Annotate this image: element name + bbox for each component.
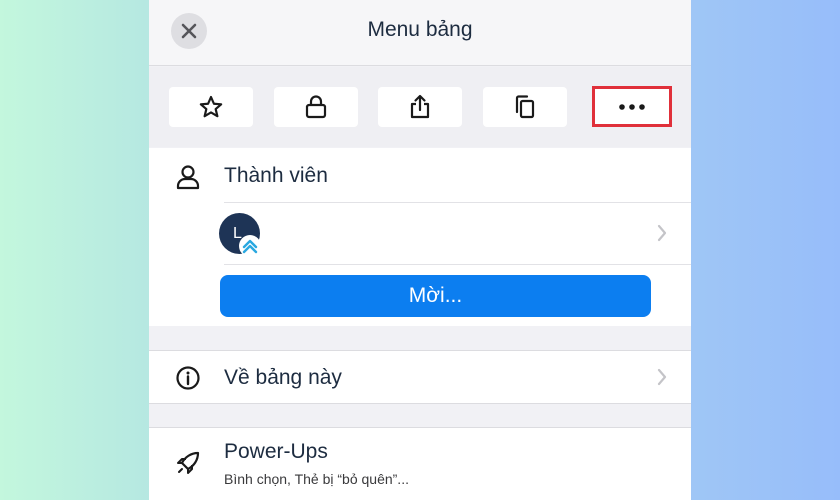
header: Menu bảng xyxy=(149,0,691,66)
lock-button[interactable] xyxy=(274,87,358,127)
page-title: Menu bảng xyxy=(367,18,473,41)
chevron-right-icon xyxy=(657,368,667,391)
power-ups-label: Power-Ups xyxy=(224,440,328,463)
power-ups-subtitle: Bình chọn, Thẻ bị “bỏ quên”... xyxy=(224,471,409,487)
divider xyxy=(224,202,691,203)
about-label: Về bảng này xyxy=(224,366,342,389)
more-icon xyxy=(619,103,645,110)
lock-icon xyxy=(305,95,327,119)
copy-button[interactable] xyxy=(483,87,567,127)
divider xyxy=(224,264,691,265)
share-button[interactable] xyxy=(378,87,462,127)
chevron-right-icon xyxy=(657,224,667,247)
more-options-button[interactable] xyxy=(592,86,672,127)
rocket-icon xyxy=(175,450,201,481)
members-section: Thành viên L Mời... xyxy=(149,148,691,326)
admin-badge-icon xyxy=(239,235,261,257)
star-button[interactable] xyxy=(169,87,253,127)
power-ups-row[interactable]: Power-Ups Bình chọn, Thẻ bị “bỏ quên”... xyxy=(149,427,691,500)
about-board-row[interactable]: Về bảng này xyxy=(149,350,691,404)
star-icon xyxy=(199,95,223,118)
toolbar xyxy=(149,67,691,147)
info-icon xyxy=(175,365,201,396)
share-icon xyxy=(410,94,430,119)
person-icon xyxy=(175,164,201,195)
members-label: Thành viên xyxy=(224,164,328,187)
copy-icon xyxy=(515,95,535,119)
board-menu-screen: Menu bảng Thành viên L Mời... Về bảng nà… xyxy=(149,0,691,500)
invite-button[interactable]: Mời... xyxy=(220,275,651,317)
